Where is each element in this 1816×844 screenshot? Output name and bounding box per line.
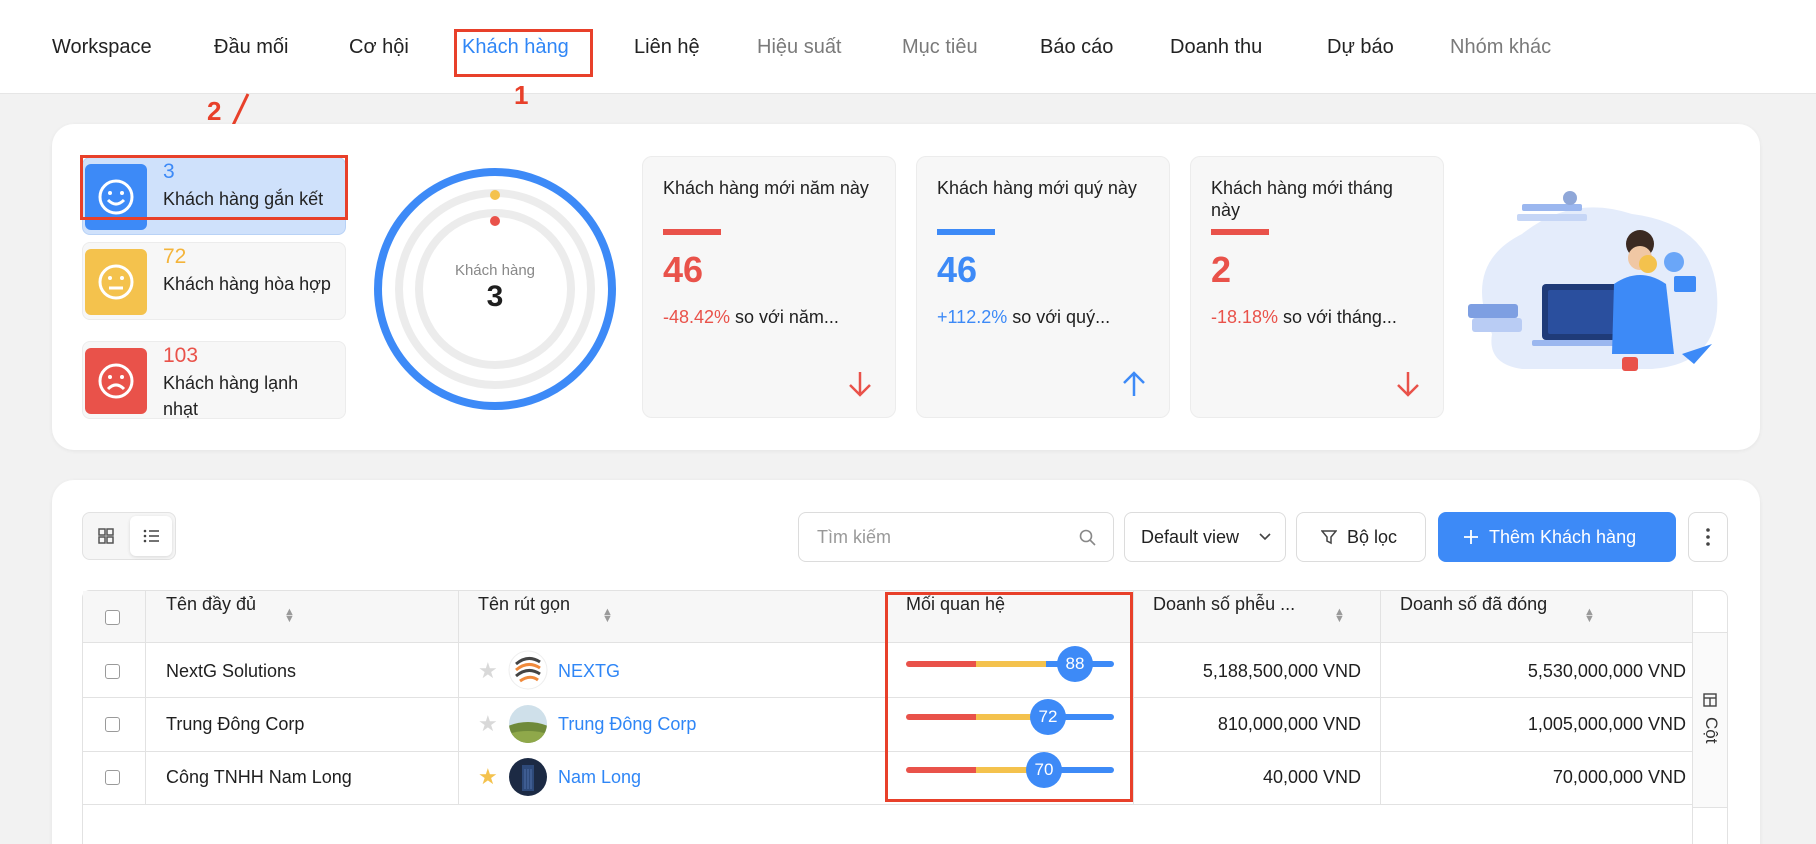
segment-label: Khách hàng lạnh nhạt <box>163 373 299 419</box>
arrow-down-icon <box>849 372 871 397</box>
search-icon <box>1079 529 1096 546</box>
arrow-down-icon <box>1397 372 1419 397</box>
kpi-change: -48.42% so với năm... <box>663 307 839 327</box>
list-view-icon[interactable] <box>130 516 172 556</box>
row-fullname: Trung Đông Corp <box>166 714 305 734</box>
nav-item-contacts[interactable]: Liên hệ <box>634 36 700 59</box>
row-checkbox[interactable] <box>105 717 120 732</box>
star-icon[interactable]: ★ <box>478 658 498 684</box>
select-all-checkbox[interactable] <box>105 610 120 625</box>
segment-count: 72 <box>163 245 187 268</box>
more-options-button[interactable] <box>1688 512 1728 562</box>
kpi-accent-bar <box>1211 229 1269 235</box>
row-pipeline-revenue: 40,000 VND <box>1262 767 1361 787</box>
row-checkbox[interactable] <box>105 664 120 679</box>
kpi-value: 46 <box>663 249 704 290</box>
nav-item-forecast[interactable]: Dự báo <box>1327 36 1394 59</box>
kpi-value: 46 <box>937 249 978 290</box>
segment-count: 103 <box>163 344 199 367</box>
company-logo-nam-long <box>509 758 547 796</box>
column-header-fullname[interactable]: Tên đầy đủ <box>166 594 256 615</box>
top-navigation: Workspace Đầu mối Cơ hội Khách hàng Liên… <box>0 0 1816 94</box>
highlight-box-relationship-column <box>885 592 1133 802</box>
nav-item-leads[interactable]: Đầu mối <box>214 36 288 59</box>
nav-item-workspace[interactable]: Workspace <box>52 36 152 59</box>
kpi-title: Khách hàng mới năm này <box>663 178 869 198</box>
row-fullname: Công TNHH Nam Long <box>166 767 352 787</box>
ring-label: Khách hàng <box>454 262 536 279</box>
segment-cold[interactable]: 103 Khách hàng lạnh nhạt <box>82 341 346 419</box>
row-fullname: NextG Solutions <box>166 661 297 681</box>
nav-item-performance[interactable]: Hiệu suất <box>757 36 842 59</box>
chevron-down-icon <box>1259 533 1271 541</box>
add-customer-label: Thêm Khách hàng <box>1489 526 1637 547</box>
column-header-closed-revenue[interactable]: Doanh số đã đóng <box>1400 594 1547 615</box>
ring-value: 3 <box>486 280 504 313</box>
table-columns-icon <box>1703 693 1717 707</box>
company-logo-nextg <box>508 650 548 690</box>
row-pipeline-revenue: 5,188,500,000 VND <box>1202 661 1361 681</box>
kpi-card-year: Khách hàng mới năm này 46 -48.42% so với… <box>642 156 896 418</box>
row-shortname-link[interactable]: Trung Đông Corp <box>558 714 696 735</box>
kpi-card-quarter: Khách hàng mới quý này 46 +112.2% so với… <box>916 156 1170 418</box>
kpi-card-month: Khách hàng mới tháng này 2 -18.18% so vớ… <box>1190 156 1444 418</box>
sort-icon[interactable]: ▲ ▼ <box>602 607 613 625</box>
row-pipeline-revenue: 810,000,000 VND <box>1217 714 1361 734</box>
nav-item-reports[interactable]: Báo cáo <box>1040 36 1113 59</box>
star-icon[interactable]: ★ <box>478 711 498 737</box>
grid-view-icon[interactable] <box>90 522 122 550</box>
arrow-up-icon <box>1123 371 1145 396</box>
columns-label: Cột <box>1702 717 1721 744</box>
view-select-label: Default view <box>1141 526 1240 547</box>
row-closed-revenue: 5,530,000,000 VND <box>1527 661 1686 681</box>
kpi-value: 2 <box>1211 249 1232 290</box>
more-vertical-icon <box>1706 528 1710 546</box>
search-input[interactable]: Tìm kiếm <box>798 512 1114 562</box>
row-shortname-link[interactable]: Nam Long <box>558 767 641 788</box>
nav-item-revenue[interactable]: Doanh thu <box>1170 36 1262 59</box>
view-select[interactable]: Default view <box>1124 512 1286 562</box>
filter-button[interactable]: Bộ lọc <box>1296 512 1426 562</box>
kpi-accent-bar <box>937 229 995 235</box>
neutral-face-icon <box>85 249 147 315</box>
row-shortname-link[interactable]: NEXTG <box>558 661 620 682</box>
kpi-change: +112.2% so với quý... <box>937 307 1111 327</box>
nav-item-goals[interactable]: Mục tiêu <box>902 36 978 59</box>
row-checkbox[interactable] <box>105 770 120 785</box>
company-logo-trung-dong <box>509 705 547 743</box>
nav-item-other-groups[interactable]: Nhóm khác <box>1450 36 1551 59</box>
add-customer-button[interactable]: Thêm Khách hàng <box>1438 512 1676 562</box>
highlight-box-customers-tab <box>454 29 593 77</box>
plus-icon <box>1464 530 1478 544</box>
kpi-title: Khách hàng mới quý này <box>937 178 1137 198</box>
sad-face-icon <box>85 348 147 414</box>
filter-label: Bộ lọc <box>1347 526 1398 547</box>
segment-harmonious[interactable]: 72 Khách hàng hòa hợp <box>82 242 346 320</box>
customer-illustration <box>1468 191 1718 371</box>
kpi-change: -18.18% so với tháng... <box>1211 307 1397 327</box>
row-closed-revenue: 70,000,000 VND <box>1552 767 1686 787</box>
column-header-shortname[interactable]: Tên rút gọn <box>478 594 570 615</box>
annotation-number-1: 1 <box>514 80 529 110</box>
column-header-pipeline-revenue[interactable]: Doanh số phễu ... <box>1153 594 1295 615</box>
columns-panel-toggle[interactable]: Cột <box>1693 632 1727 808</box>
kpi-title: Khách hàng mới tháng này <box>1211 178 1393 220</box>
sort-icon[interactable]: ▲ ▼ <box>284 607 295 625</box>
sort-icon[interactable]: ▲ ▼ <box>1584 607 1595 625</box>
filter-icon <box>1321 530 1337 545</box>
kpi-accent-bar <box>663 229 721 235</box>
highlight-box-engaged-segment <box>80 155 348 220</box>
segment-label: Khách hàng hòa hợp <box>163 274 331 294</box>
search-placeholder: Tìm kiếm <box>817 526 891 547</box>
row-closed-revenue: 1,005,000,000 VND <box>1527 714 1686 734</box>
nav-item-opportunities[interactable]: Cơ hội <box>349 36 409 59</box>
star-icon[interactable]: ★ <box>478 764 498 790</box>
sort-icon[interactable]: ▲ ▼ <box>1334 607 1345 625</box>
